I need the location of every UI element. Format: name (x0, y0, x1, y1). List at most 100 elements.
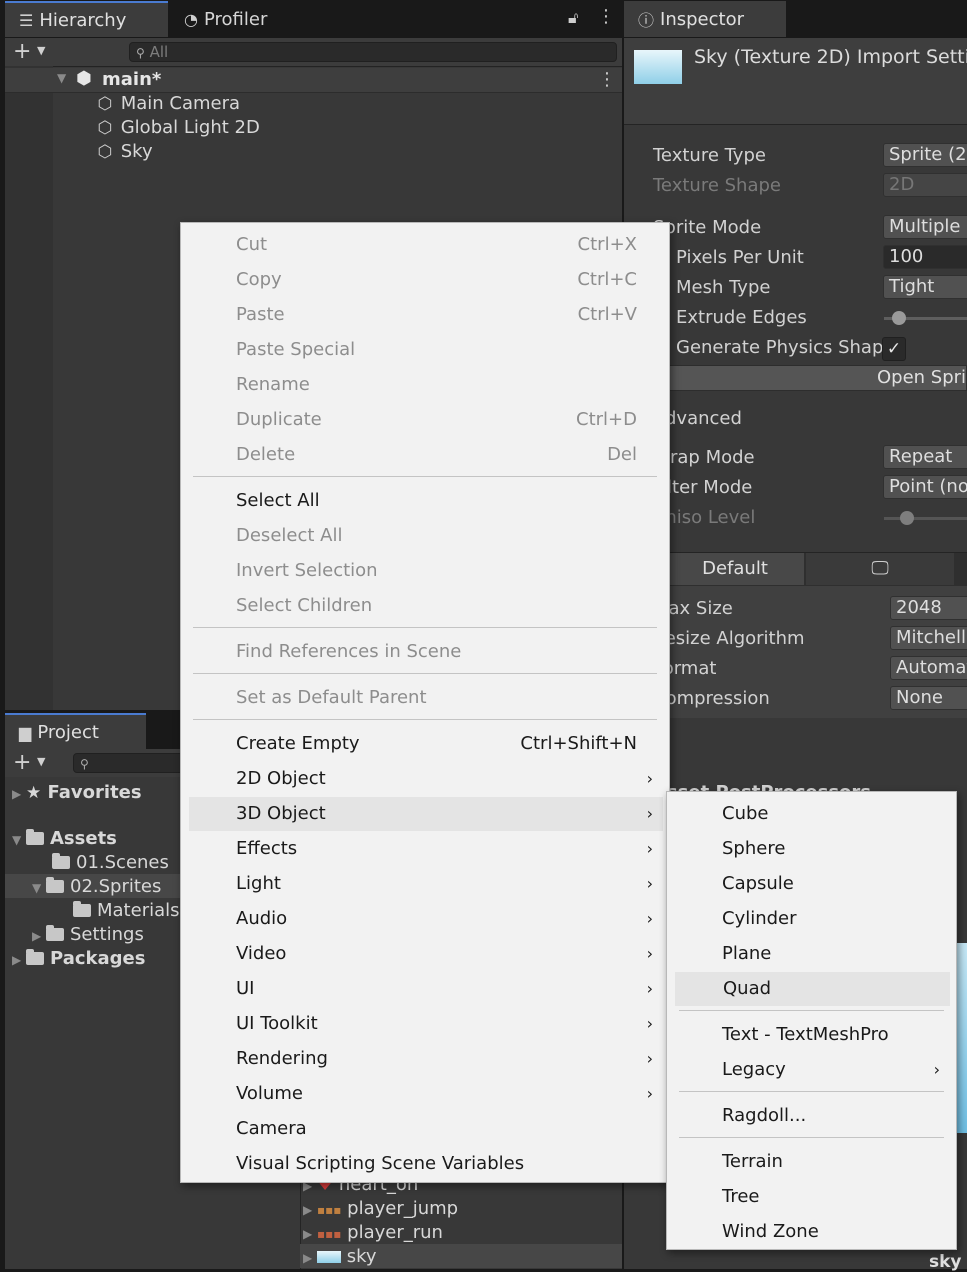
menu-item-cut[interactable]: Cut Ctrl+X (181, 228, 669, 262)
menu-item-rendering[interactable]: Rendering › (181, 1042, 669, 1076)
menu-item-label: Duplicate (236, 409, 322, 430)
mesh-type-dropdown[interactable]: Tight (883, 275, 967, 299)
folder-item-sprites[interactable]: ▼ 02.Sprites (32, 876, 161, 897)
submenu-3d-object: Cube Sphere Capsule Cylinder Plane Quad … (666, 791, 957, 1250)
submenu-item-plane[interactable]: Plane (667, 937, 956, 971)
menu-item-paste-special[interactable]: Paste Special (181, 333, 669, 367)
submenu-item-textmeshpro[interactable]: Text - TextMeshPro (667, 1018, 956, 1052)
resize-algorithm-dropdown[interactable]: Mitchell (890, 626, 967, 650)
menu-item-2d-object[interactable]: 2D Object › (181, 762, 669, 796)
menu-item-deselect-all[interactable]: Deselect All (181, 519, 669, 553)
tab-profiler[interactable]: ◔ Profiler (170, 1, 310, 37)
packages-item[interactable]: ▶ Packages (12, 948, 145, 969)
file-label: player_run (347, 1222, 443, 1243)
menu-item-set-default-parent[interactable]: Set as Default Parent (181, 681, 669, 715)
generate-physics-shape-label: Generate Physics Shape (676, 337, 895, 358)
submenu-item-wind-zone[interactable]: Wind Zone (667, 1215, 956, 1249)
menu-item-create-empty[interactable]: Create Empty Ctrl+Shift+N (181, 727, 669, 761)
scene-menu-icon[interactable]: ⋮ (598, 69, 616, 90)
scene-expand-icon[interactable]: ▼ (57, 71, 66, 85)
lock-icon[interactable]: 🔓︎ (568, 8, 578, 28)
max-size-dropdown[interactable]: 2048 (890, 596, 967, 620)
folder-open-icon (26, 829, 44, 845)
tab-inspector[interactable]: ⓘ Inspector (624, 1, 786, 37)
star-icon: ★ (26, 783, 42, 803)
menu-item-label: Paste Special (236, 339, 356, 360)
file-item-sky[interactable]: ▶ sky (303, 1246, 377, 1267)
submenu-item-sphere[interactable]: Sphere (667, 832, 956, 866)
submenu-item-cube[interactable]: Cube (667, 797, 956, 831)
extrude-edges-slider-handle[interactable] (892, 311, 906, 325)
folder-icon (26, 949, 44, 965)
file-label: player_jump (347, 1198, 459, 1219)
search-icon: ⚲ (80, 757, 89, 771)
monitor-icon[interactable]: 🖵︎ (806, 553, 954, 585)
texture-type-dropdown[interactable]: Sprite (2D and UI) (883, 143, 967, 167)
hierarchy-item-label: Global Light 2D (120, 117, 260, 138)
hierarchy-item-global-light[interactable]: ⬡ Global Light 2D (95, 117, 260, 138)
menu-item-select-all[interactable]: Select All (181, 484, 669, 518)
menu-item-paste[interactable]: Paste Ctrl+V (181, 298, 669, 332)
submenu-item-ragdoll[interactable]: Ragdoll... (667, 1099, 956, 1133)
menu-item-delete[interactable]: Delete Del (181, 438, 669, 472)
expanded-arrow-icon: ▼ (32, 881, 42, 895)
folder-label: Materials (97, 900, 180, 921)
wrap-mode-dropdown[interactable]: Repeat (883, 445, 967, 469)
submenu-item-legacy[interactable]: Legacy › (667, 1053, 956, 1087)
menu-item-ui[interactable]: UI › (181, 972, 669, 1006)
tab-project[interactable]: ▆ Project (5, 713, 146, 749)
add-icon[interactable]: + (13, 39, 31, 64)
add-icon[interactable]: + (13, 750, 31, 775)
menu-item-video[interactable]: Video › (181, 937, 669, 971)
scene-row[interactable]: ▼ ⬢ main* ⋮ (5, 68, 622, 93)
menu-item-rename[interactable]: Rename (181, 368, 669, 402)
menu-item-label: Volume (236, 1083, 303, 1104)
menu-item-find-references[interactable]: Find References in Scene (181, 635, 669, 669)
hierarchy-item-sky[interactable]: ⬡ Sky (95, 141, 153, 162)
hierarchy-search-input[interactable]: ⚲ All (129, 42, 617, 62)
submenu-item-terrain[interactable]: Terrain (667, 1145, 956, 1179)
format-dropdown[interactable]: Automatic (890, 656, 967, 680)
menu-separator (193, 627, 657, 628)
favorites-item[interactable]: ▶ ★ Favorites (12, 782, 142, 803)
chevron-down-icon[interactable]: ▼ (37, 755, 45, 768)
folder-item-materials[interactable]: Materials (73, 900, 180, 921)
folder-item-scenes[interactable]: 01.Scenes (52, 852, 169, 873)
menu-item-volume[interactable]: Volume › (181, 1077, 669, 1111)
menu-item-audio[interactable]: Audio › (181, 902, 669, 936)
generate-physics-shape-checkbox[interactable]: ✓ (882, 337, 906, 361)
menu-item-3d-object[interactable]: 3D Object › (189, 797, 663, 831)
menu-item-light[interactable]: Light › (181, 867, 669, 901)
open-sprite-editor-button[interactable]: Open Sprite Editor (664, 365, 967, 391)
folder-label: Settings (70, 924, 144, 945)
assets-item[interactable]: ▼ Assets (12, 828, 117, 849)
chevron-down-icon[interactable]: ▼ (37, 44, 45, 57)
menu-item-effects[interactable]: Effects › (181, 832, 669, 866)
folder-item-settings[interactable]: ▶ Settings (32, 924, 144, 945)
sprite-mode-dropdown[interactable]: Multiple (883, 215, 967, 239)
platform-tab-default[interactable]: Default (666, 553, 804, 585)
hierarchy-item-main-camera[interactable]: ⬡ Main Camera (95, 93, 241, 114)
file-item-player-jump[interactable]: ▶ ▪▪▪ player_jump (303, 1198, 458, 1219)
filter-mode-dropdown[interactable]: Point (no filter) (883, 475, 967, 499)
compression-dropdown[interactable]: None (890, 686, 967, 710)
menu-item-visual-scripting[interactable]: Visual Scripting Scene Variables (181, 1147, 669, 1181)
tab-hierarchy[interactable]: ☰ Hierarchy (5, 1, 168, 37)
submenu-item-cylinder[interactable]: Cylinder (667, 902, 956, 936)
menu-item-ui-toolkit[interactable]: UI Toolkit › (181, 1007, 669, 1041)
menu-item-label: UI (236, 978, 255, 999)
more-options-icon[interactable]: ⋮ (597, 6, 615, 27)
submenu-item-capsule[interactable]: Capsule (667, 867, 956, 901)
file-item-player-run[interactable]: ▶ ▪▪▪ player_run (303, 1222, 443, 1243)
menu-item-select-children[interactable]: Select Children (181, 589, 669, 623)
gameobject-icon: ⬡ (97, 118, 113, 138)
menu-item-label: Wind Zone (722, 1221, 819, 1242)
menu-item-invert-selection[interactable]: Invert Selection (181, 554, 669, 588)
pixels-per-unit-input[interactable]: 100 (883, 245, 967, 269)
submenu-item-tree[interactable]: Tree (667, 1180, 956, 1214)
menu-item-duplicate[interactable]: Duplicate Ctrl+D (181, 403, 669, 437)
menu-item-copy[interactable]: Copy Ctrl+C (181, 263, 669, 297)
menu-item-camera[interactable]: Camera (181, 1112, 669, 1146)
submenu-item-quad[interactable]: Quad (675, 972, 950, 1006)
menu-item-shortcut: Ctrl+V (577, 304, 637, 325)
